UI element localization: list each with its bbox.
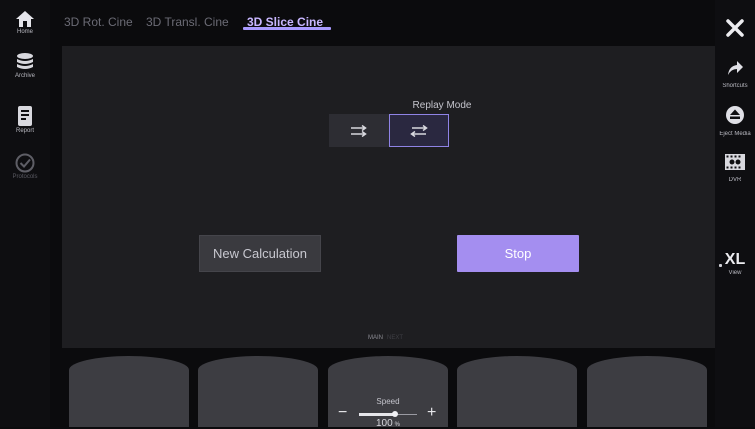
left-sidebar: Home Archive Report Protocols xyxy=(0,0,50,427)
archive-button[interactable]: Archive xyxy=(0,52,50,79)
dvr-button[interactable]: DVR xyxy=(715,153,755,183)
report-button[interactable]: Report xyxy=(0,105,50,134)
home-label: Home xyxy=(16,29,33,35)
pointer-indicator xyxy=(719,264,722,267)
softkey-knob-4[interactable] xyxy=(457,356,577,427)
replay-mode-label: Replay Mode xyxy=(412,100,472,111)
shortcuts-button[interactable]: Shortcuts xyxy=(715,59,755,89)
home-button[interactable]: Home xyxy=(0,10,50,35)
page-indicator-next: NEXT xyxy=(387,335,404,341)
right-sidebar: Shortcuts Eject Media DVR XL View xyxy=(715,0,755,427)
speed-slider-fill xyxy=(359,413,395,416)
speed-knob[interactable]: Speed − + 100% xyxy=(328,356,448,429)
check-circle-icon xyxy=(15,153,35,173)
close-button[interactable] xyxy=(715,18,755,43)
softkey-knob-5[interactable] xyxy=(587,356,707,427)
view-label: View xyxy=(728,270,742,276)
report-label: Report xyxy=(15,128,34,134)
home-icon xyxy=(16,11,34,27)
new-calculation-button[interactable]: New Calculation xyxy=(199,235,321,272)
speed-slider-thumb[interactable] xyxy=(391,411,398,417)
tab-3d-rot-cine[interactable]: 3D Rot. Cine xyxy=(64,15,133,29)
main-panel: Replay Mode New Calculation Stop MAIN NEX… xyxy=(62,46,716,348)
arrows-swap-icon xyxy=(410,124,428,137)
softkey-knob-1[interactable] xyxy=(69,356,189,427)
dvr-film-icon xyxy=(725,154,745,170)
speed-value-unit: % xyxy=(394,422,401,428)
archive-label: Archive xyxy=(14,73,35,79)
eject-media-button[interactable]: Eject Media xyxy=(715,105,755,137)
protocols-label: Protocols xyxy=(12,174,38,180)
eject-icon xyxy=(726,106,744,124)
arrows-right-icon xyxy=(351,124,367,137)
stop-button[interactable]: Stop xyxy=(457,235,579,272)
share-arrow-icon xyxy=(728,61,743,75)
active-tab-indicator xyxy=(243,27,331,30)
speed-value: 100% xyxy=(328,418,448,429)
report-icon xyxy=(18,106,32,126)
page-indicator-main: MAIN xyxy=(368,335,383,341)
tab-3d-transl-cine[interactable]: 3D Transl. Cine xyxy=(146,15,229,29)
protocols-button[interactable]: Protocols xyxy=(0,153,50,180)
page-indicator: MAIN NEXT xyxy=(368,335,403,341)
replay-mode-bounce-button[interactable] xyxy=(389,114,449,147)
shortcuts-label: Shortcuts xyxy=(722,83,748,89)
speed-value-number: 100 xyxy=(375,418,393,429)
database-icon xyxy=(17,53,33,69)
dvr-label: DVR xyxy=(728,177,742,183)
softkey-knob-2[interactable] xyxy=(198,356,318,427)
close-icon xyxy=(726,19,744,37)
eject-media-label: Eject Media xyxy=(719,131,751,137)
replay-mode-loop-button[interactable] xyxy=(329,114,389,147)
speed-slider[interactable] xyxy=(359,411,417,417)
